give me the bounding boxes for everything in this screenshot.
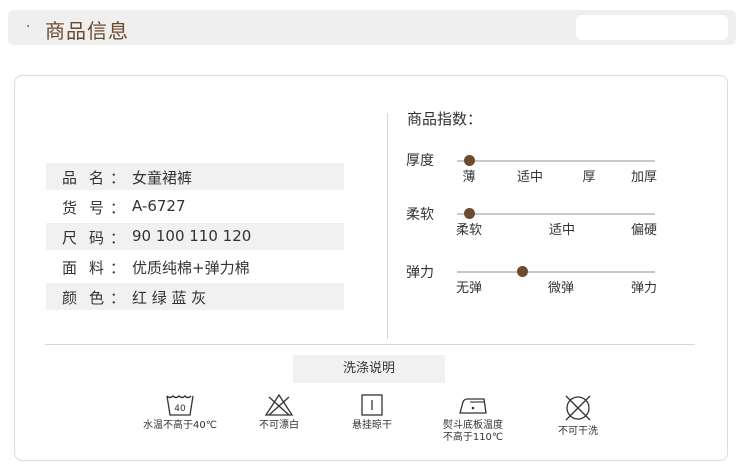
info-row-size: 尺码 ： 90 100 110 120 xyxy=(46,223,344,250)
tick-label: 弹力 xyxy=(630,281,658,296)
vertical-divider xyxy=(387,113,388,339)
row-value: 90 100 110 120 xyxy=(132,227,252,245)
info-row-fabric: 面料 ： 优质纯棉+弹力棉 xyxy=(46,253,344,280)
row-value: 女童裙裤 xyxy=(132,169,193,187)
scale-knob-thickness xyxy=(464,155,475,166)
index-title: 商品指数： xyxy=(407,110,483,128)
info-row-name: 品名 ： 女童裙裤 xyxy=(46,163,344,190)
care-item-no-dry-clean: 不可干洗 xyxy=(523,393,633,438)
horizontal-divider xyxy=(45,344,695,345)
wash-tub-number: 40 xyxy=(174,404,186,414)
care-label: 悬挂晾干 xyxy=(352,420,392,431)
scale-name-softness: 柔软 xyxy=(406,207,434,223)
tick-label: 厚 xyxy=(582,170,596,185)
care-label: 不可干洗 xyxy=(558,426,598,437)
tick-label: 偏硬 xyxy=(630,223,658,238)
row-label: 品名 xyxy=(62,169,117,187)
wash-40-icon: 40 xyxy=(166,395,194,416)
row-label: 面料 xyxy=(62,259,117,277)
care-item-iron: 熨斗底板温度 不高于110℃ xyxy=(418,393,528,444)
info-rows: 品名 ： 女童裙裤 货号 ： A-6727 尺码 ： 90 100 110 12… xyxy=(46,163,344,313)
row-value: 红 绿 蓝 灰 xyxy=(132,289,207,307)
no-bleach-icon xyxy=(264,393,294,416)
hang-dry-icon xyxy=(361,394,383,416)
row-sep: ： xyxy=(110,169,126,187)
section-header: · 商品信息 xyxy=(8,10,736,45)
scale-knob-softness xyxy=(464,208,475,219)
row-label: 颜色 xyxy=(62,289,117,307)
tick-label: 适中 xyxy=(548,223,576,238)
info-row-color: 颜色 ： 红 绿 蓝 灰 xyxy=(46,283,344,310)
tick-label: 适中 xyxy=(516,170,544,185)
bullet-dot: · xyxy=(26,19,31,35)
care-label: 水温不高于40℃ xyxy=(143,420,217,431)
care-item-hang-dry: 悬挂晾干 xyxy=(317,393,427,432)
care-item-wash: 40 水温不高于40℃ xyxy=(125,393,235,432)
no-dry-clean-icon xyxy=(565,395,591,421)
header-pill xyxy=(576,15,728,40)
row-value: 优质纯棉+弹力棉 xyxy=(132,259,250,277)
tick-label: 柔软 xyxy=(455,223,483,238)
scale-name-elasticity: 弹力 xyxy=(406,265,434,281)
scale-name-thickness: 厚度 xyxy=(406,153,434,169)
scale-track-elasticity xyxy=(457,266,655,277)
section-title: 商品信息 xyxy=(45,19,129,43)
iron-icon xyxy=(459,398,487,414)
tick-label: 薄 xyxy=(462,170,476,185)
tick-label: 无弹 xyxy=(455,281,483,296)
row-sep: ： xyxy=(110,289,126,307)
row-sep: ： xyxy=(110,229,126,247)
info-row-sku: 货号 ： A-6727 xyxy=(46,193,344,220)
scale-track-softness xyxy=(457,208,655,219)
row-label: 尺码 xyxy=(62,229,117,247)
washing-title: 洗涤说明 xyxy=(293,355,445,383)
scale-knob-elasticity xyxy=(516,266,528,277)
row-value: A-6727 xyxy=(132,197,186,215)
row-label: 货号 xyxy=(62,199,117,217)
scale-track-thickness xyxy=(457,155,655,166)
row-sep: ： xyxy=(110,259,126,277)
row-sep: ： xyxy=(110,199,126,217)
tick-label: 微弹 xyxy=(547,281,575,296)
care-label: 熨斗底板温度 不高于110℃ xyxy=(442,420,504,443)
tick-label: 加厚 xyxy=(630,170,658,185)
